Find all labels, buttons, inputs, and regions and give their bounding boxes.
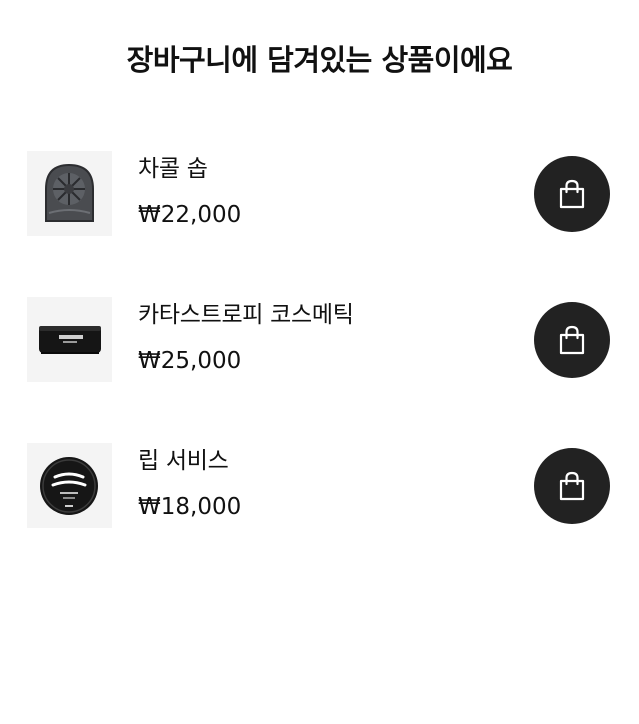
cart-item[interactable]: 카타스트로피 코스메틱 ₩25,000 <box>0 297 639 387</box>
shopping-bag-icon <box>559 179 585 209</box>
product-thumbnail[interactable] <box>27 443 112 528</box>
product-name: 차콜 솝 <box>138 156 208 182</box>
add-to-cart-button[interactable] <box>534 302 610 378</box>
add-to-cart-button[interactable] <box>534 448 610 524</box>
cosmetic-jar-icon <box>39 326 101 354</box>
product-price: ₩22,000 <box>138 202 242 228</box>
page-title: 장바구니에 담겨있는 상품이에요 <box>126 43 513 77</box>
lip-balm-tin-icon <box>40 457 98 515</box>
product-name: 립 서비스 <box>138 448 229 474</box>
product-price: ₩18,000 <box>138 494 242 520</box>
add-to-cart-button[interactable] <box>534 156 610 232</box>
shopping-bag-icon <box>559 325 585 355</box>
cart-item[interactable]: 차콜 솝 ₩22,000 <box>0 151 639 241</box>
product-name: 카타스트로피 코스메틱 <box>138 302 354 328</box>
product-thumbnail[interactable] <box>27 151 112 236</box>
charcoal-soap-icon <box>45 163 94 222</box>
cart-item[interactable]: 립 서비스 ₩18,000 <box>0 443 639 533</box>
product-price: ₩25,000 <box>138 348 242 374</box>
product-thumbnail[interactable] <box>27 297 112 382</box>
shopping-bag-icon <box>559 471 585 501</box>
